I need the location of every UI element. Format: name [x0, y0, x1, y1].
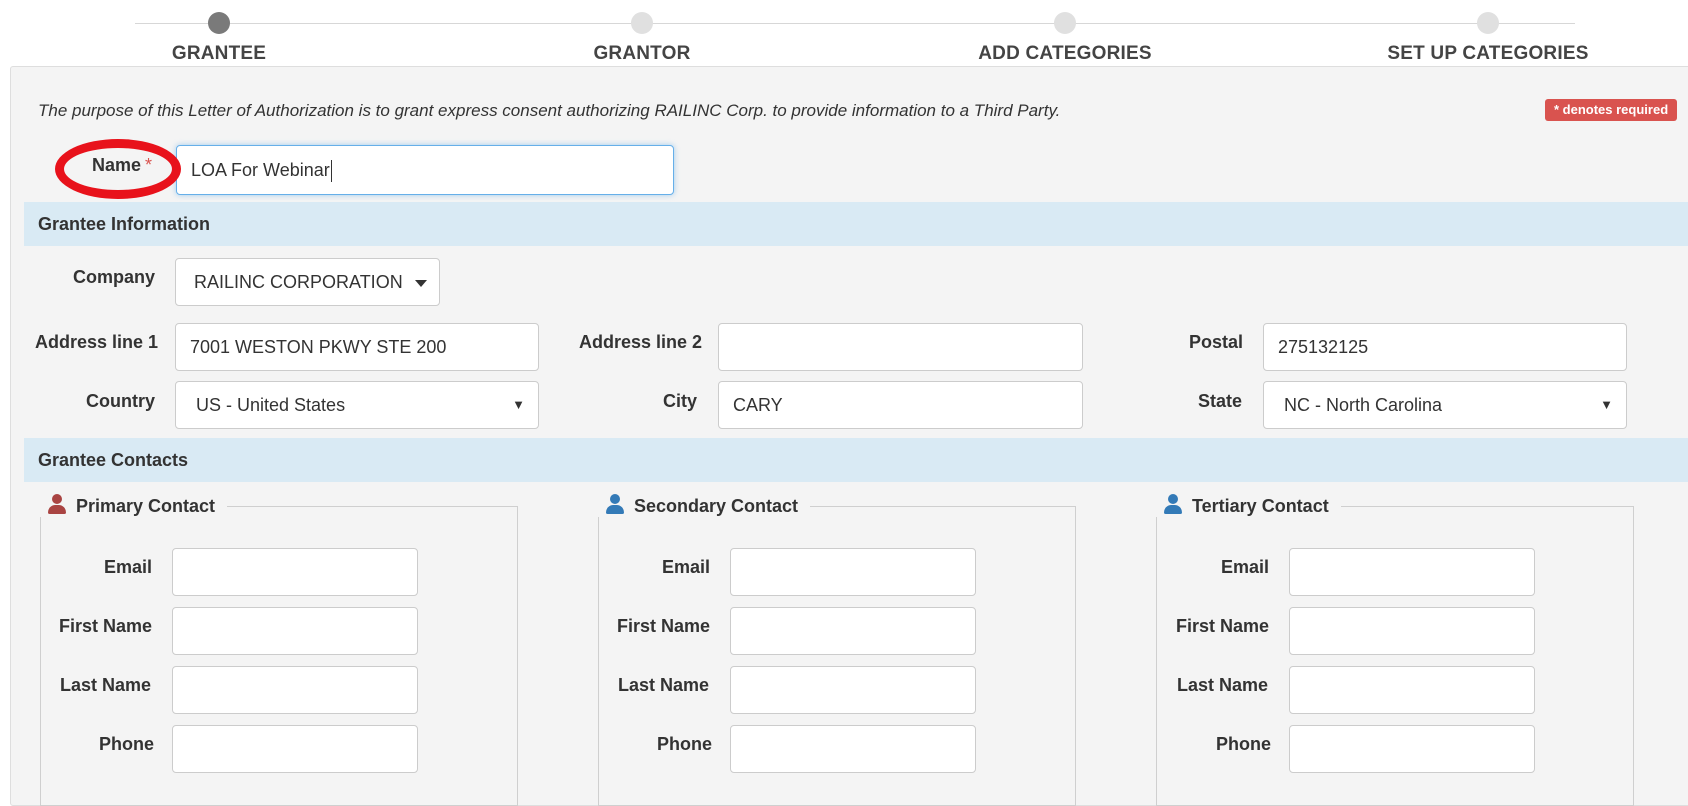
- postal-value: 275132125: [1278, 337, 1369, 357]
- tertiary-contact-legend: Tertiary Contact: [1156, 494, 1341, 517]
- step-set-up-categories[interactable]: SET UP CATEGORIES: [1358, 12, 1618, 65]
- step-label: SET UP CATEGORIES: [1387, 43, 1589, 64]
- select-arrow-icon: ▼: [512, 397, 525, 412]
- primary-contact-legend: Primary Contact: [40, 494, 228, 517]
- step-dot-icon: [631, 12, 653, 34]
- name-label: Name *: [92, 155, 152, 176]
- tertiary-last-name-label: Last Name: [1177, 675, 1269, 695]
- country-select[interactable]: US - United States ▼: [175, 381, 539, 429]
- secondary-last-name-input[interactable]: [730, 666, 976, 714]
- primary-phone-input[interactable]: [172, 725, 418, 773]
- primary-email-label: Email: [104, 557, 153, 577]
- tertiary-phone-label: Phone: [1216, 734, 1272, 754]
- secondary-first-name-label: First Name: [617, 616, 711, 636]
- intro-text: The purpose of this Letter of Authorizat…: [38, 101, 1061, 120]
- address-line-2-input[interactable]: [718, 323, 1083, 371]
- city-input[interactable]: CARY: [718, 381, 1083, 429]
- required-badge: * denotes required: [1545, 99, 1678, 121]
- user-icon: [48, 494, 66, 514]
- country-select-value: US - United States: [196, 395, 346, 415]
- tertiary-contact-title: Tertiary Contact: [1192, 496, 1329, 516]
- tertiary-last-name-input[interactable]: [1289, 666, 1535, 714]
- primary-first-name-label: First Name: [59, 616, 153, 636]
- grantee-contacts-header: Grantee Contacts: [24, 438, 1688, 482]
- primary-last-name-input[interactable]: [172, 666, 418, 714]
- text-caret: [330, 160, 332, 183]
- step-dot-icon: [1054, 12, 1076, 34]
- country-label: Country: [86, 391, 155, 411]
- secondary-last-name-label: Last Name: [618, 675, 710, 695]
- chevron-down-icon: [414, 279, 427, 287]
- primary-last-name-label: Last Name: [60, 675, 152, 695]
- user-icon: [606, 494, 624, 514]
- tertiary-first-name-input[interactable]: [1289, 607, 1535, 655]
- postal-input[interactable]: 275132125: [1263, 323, 1627, 371]
- tertiary-first-name-label: First Name: [1176, 616, 1270, 636]
- primary-email-input[interactable]: [172, 548, 418, 596]
- primary-first-name-input[interactable]: [172, 607, 418, 655]
- user-icon: [1164, 494, 1182, 514]
- step-add-categories[interactable]: ADD CATEGORIES: [935, 12, 1195, 65]
- name-input-value: LOA For Webinar: [191, 160, 330, 180]
- select-arrow-icon: ▼: [1600, 397, 1613, 412]
- step-grantor[interactable]: GRANTOR: [512, 12, 772, 65]
- primary-phone-label: Phone: [99, 734, 155, 754]
- step-dot-icon: [1477, 12, 1499, 34]
- step-grantee[interactable]: GRANTEE: [89, 12, 349, 65]
- company-dropdown-value: RAILINC CORPORATION: [194, 272, 403, 292]
- postal-label: Postal: [1189, 332, 1244, 352]
- city-value: CARY: [733, 395, 783, 415]
- state-label: State: [1198, 391, 1243, 411]
- step-label: ADD CATEGORIES: [978, 43, 1152, 64]
- required-star: *: [145, 155, 153, 175]
- secondary-phone-label: Phone: [657, 734, 713, 754]
- step-label: GRANTOR: [593, 43, 691, 64]
- tertiary-phone-input[interactable]: [1289, 725, 1535, 773]
- secondary-contact-legend: Secondary Contact: [598, 494, 811, 517]
- secondary-contact-title: Secondary Contact: [634, 496, 799, 516]
- secondary-phone-input[interactable]: [730, 725, 976, 773]
- state-select[interactable]: NC - North Carolina ▼: [1263, 381, 1627, 429]
- company-label: Company: [73, 267, 156, 287]
- state-select-value: NC - North Carolina: [1284, 395, 1443, 415]
- secondary-email-label: Email: [662, 557, 711, 577]
- address-line-1-value: 7001 WESTON PKWY STE 200: [190, 337, 447, 357]
- address-line-2-label: Address line 2: [579, 332, 703, 352]
- city-label: City: [663, 391, 698, 411]
- secondary-first-name-input[interactable]: [730, 607, 976, 655]
- tertiary-email-label: Email: [1221, 557, 1270, 577]
- grantee-information-header: Grantee Information: [24, 202, 1688, 246]
- secondary-email-input[interactable]: [730, 548, 976, 596]
- step-dot-icon: [208, 12, 230, 34]
- primary-contact-title: Primary Contact: [76, 496, 216, 516]
- address-line-1-label: Address line 1: [35, 332, 159, 352]
- address-line-1-input[interactable]: 7001 WESTON PKWY STE 200: [175, 323, 539, 371]
- name-input[interactable]: LOA For Webinar: [176, 145, 674, 195]
- step-label: GRANTEE: [171, 43, 267, 64]
- company-dropdown[interactable]: RAILINC CORPORATION: [175, 258, 440, 306]
- tertiary-email-input[interactable]: [1289, 548, 1535, 596]
- progress-stepper: GRANTEE GRANTOR ADD CATEGORIES SET UP CA…: [0, 0, 1688, 66]
- name-label-text: Name: [92, 155, 142, 175]
